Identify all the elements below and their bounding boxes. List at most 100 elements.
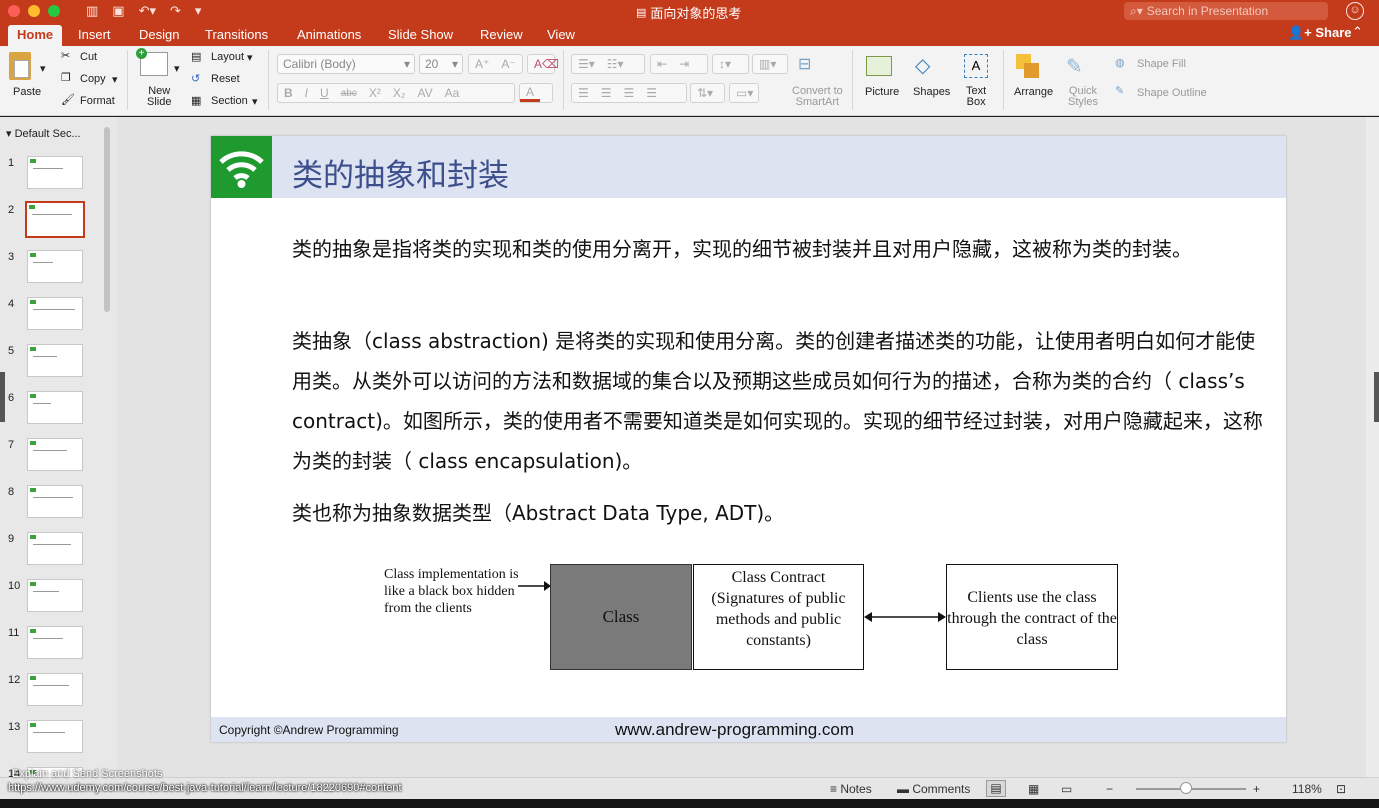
- current-slide[interactable]: 类的抽象和封装 类的抽象是指将类的实现和类的使用分离开，实现的细节被封装并且对用…: [211, 136, 1286, 742]
- copy-icon[interactable]: ❐: [61, 71, 71, 84]
- slide-thumbnail[interactable]: [27, 250, 83, 283]
- justify-icon[interactable]: ☰: [640, 86, 663, 100]
- slide-thumbnail[interactable]: [27, 438, 83, 471]
- panel-resize-handle[interactable]: [0, 372, 5, 422]
- redo-icon[interactable]: ↷: [170, 3, 181, 19]
- account-icon[interactable]: ☺: [1346, 2, 1364, 20]
- increase-font-icon[interactable]: A⁺: [469, 57, 495, 71]
- shapes-icon[interactable]: ◇: [915, 53, 941, 77]
- align-text-icon[interactable]: ▭▾: [729, 83, 759, 103]
- section-icon[interactable]: ▦: [191, 94, 201, 107]
- section-button[interactable]: Section: [211, 95, 248, 107]
- character-spacing-icon[interactable]: AV: [411, 86, 438, 100]
- format-painter-button[interactable]: Format: [80, 95, 115, 107]
- tab-insert[interactable]: Insert: [78, 25, 111, 46]
- shape-fill-button[interactable]: Shape Fill: [1137, 58, 1186, 70]
- smartart-icon[interactable]: ⊟: [798, 54, 824, 74]
- layout-dropdown-icon[interactable]: ▾: [247, 51, 253, 64]
- search-input[interactable]: ⌕▾ Search in Presentation: [1124, 2, 1328, 20]
- slide-thumbnail[interactable]: [25, 201, 85, 238]
- cut-icon[interactable]: ✂: [61, 49, 70, 62]
- numbering-icon[interactable]: ☷▾: [601, 57, 630, 71]
- paste-icon[interactable]: [9, 52, 31, 80]
- tab-design[interactable]: Design: [139, 25, 179, 46]
- underline-icon[interactable]: U: [314, 86, 335, 100]
- save-icon[interactable]: ▣: [112, 3, 124, 19]
- canvas-scrollbar[interactable]: [1366, 117, 1379, 777]
- customize-toolbar-icon[interactable]: ▾: [195, 3, 202, 19]
- shapes-button[interactable]: Shapes: [913, 86, 950, 98]
- tab-review[interactable]: Review: [480, 25, 523, 46]
- increase-indent-icon[interactable]: ⇥: [673, 57, 695, 71]
- tab-slide-show[interactable]: Slide Show: [388, 25, 453, 46]
- slide-thumbnail[interactable]: [27, 626, 83, 659]
- tab-animations[interactable]: Animations: [297, 25, 361, 46]
- align-left-icon[interactable]: ☰: [572, 86, 595, 100]
- picture-button[interactable]: Picture: [865, 86, 899, 98]
- canvas-resize-handle[interactable]: [1374, 372, 1379, 422]
- decrease-font-icon[interactable]: A⁻: [495, 57, 521, 71]
- copy-button[interactable]: Copy: [80, 73, 106, 85]
- picture-icon[interactable]: [866, 56, 892, 76]
- tab-view[interactable]: View: [547, 25, 575, 46]
- comments-button[interactable]: ▬ Comments: [897, 782, 970, 796]
- slide-thumbnail[interactable]: [27, 297, 83, 330]
- slide-thumbnail[interactable]: [27, 485, 83, 518]
- cut-button[interactable]: Cut: [80, 51, 97, 63]
- columns-icon[interactable]: ▥▾: [752, 54, 788, 74]
- notes-button[interactable]: ≡ Notes: [830, 782, 872, 796]
- undo-icon[interactable]: ↶▾: [139, 3, 156, 19]
- change-case-icon[interactable]: Aa: [439, 86, 466, 100]
- zoom-slider-thumb[interactable]: [1179, 782, 1192, 794]
- arrange-button[interactable]: Arrange: [1014, 86, 1053, 98]
- section-dropdown-icon[interactable]: ▾: [252, 95, 258, 108]
- close-window-button[interactable]: [8, 5, 20, 17]
- copy-dropdown-icon[interactable]: ▾: [112, 73, 118, 86]
- new-slide-dropdown-icon[interactable]: ▾: [174, 62, 180, 75]
- panel-scrollbar[interactable]: [104, 127, 110, 312]
- shape-outline-icon[interactable]: ✎: [1115, 84, 1124, 97]
- sidebar-toggle-icon[interactable]: ▥: [86, 3, 98, 19]
- slide-thumbnail[interactable]: [27, 720, 83, 753]
- fit-to-window-icon[interactable]: ⊡: [1336, 782, 1346, 796]
- slide-thumbnail[interactable]: [27, 391, 83, 424]
- font-color-icon[interactable]: A: [519, 83, 553, 103]
- reset-button[interactable]: Reset: [211, 73, 240, 85]
- paste-button[interactable]: Paste: [13, 86, 41, 98]
- tab-home[interactable]: Home: [8, 25, 63, 46]
- zoom-in-icon[interactable]: +: [1253, 782, 1260, 796]
- collapse-ribbon-icon[interactable]: ⌃: [1352, 24, 1363, 40]
- quick-styles-button[interactable]: Quick Styles: [1068, 86, 1098, 108]
- font-size-select[interactable]: 20 ▾: [419, 54, 463, 74]
- bullets-icon[interactable]: ☰▾: [572, 57, 601, 71]
- shape-fill-icon[interactable]: ◍: [1115, 56, 1125, 69]
- text-box-button[interactable]: Text Box: [966, 86, 986, 108]
- reading-view-icon[interactable]: ▭: [1061, 782, 1072, 796]
- slide-thumbnail[interactable]: [27, 579, 83, 612]
- layout-icon[interactable]: ▤: [191, 50, 201, 63]
- arrange-icon[interactable]: [1016, 54, 1040, 78]
- shape-outline-button[interactable]: Shape Outline: [1137, 87, 1207, 99]
- italic-icon[interactable]: I: [299, 86, 314, 100]
- text-box-icon[interactable]: A: [964, 54, 988, 78]
- decrease-indent-icon[interactable]: ⇤: [651, 57, 673, 71]
- slide-thumbnail[interactable]: [27, 156, 83, 189]
- line-spacing-icon[interactable]: ↕▾: [712, 54, 749, 74]
- align-right-icon[interactable]: ☰: [618, 86, 641, 100]
- layout-button[interactable]: Layout: [211, 51, 244, 63]
- reset-icon[interactable]: ↺: [191, 72, 200, 85]
- new-slide-icon[interactable]: +: [136, 48, 168, 76]
- slide-thumbnail[interactable]: [27, 344, 83, 377]
- convert-to-smartart-button[interactable]: Convert to SmartArt: [792, 86, 843, 108]
- strikethrough-icon[interactable]: abc: [335, 88, 363, 99]
- quick-styles-icon[interactable]: ✎: [1066, 54, 1096, 78]
- slide-thumbnail[interactable]: [27, 532, 83, 565]
- clear-formatting-icon[interactable]: A⌫: [527, 54, 559, 74]
- zoom-out-icon[interactable]: −: [1106, 782, 1113, 796]
- share-button[interactable]: 👤+ Share: [1288, 25, 1352, 41]
- slide-thumbnail[interactable]: [27, 673, 83, 706]
- tab-transitions[interactable]: Transitions: [205, 25, 268, 46]
- paste-dropdown-icon[interactable]: ▾: [40, 62, 46, 75]
- new-slide-button[interactable]: New Slide: [147, 86, 171, 108]
- bold-icon[interactable]: B: [278, 86, 299, 100]
